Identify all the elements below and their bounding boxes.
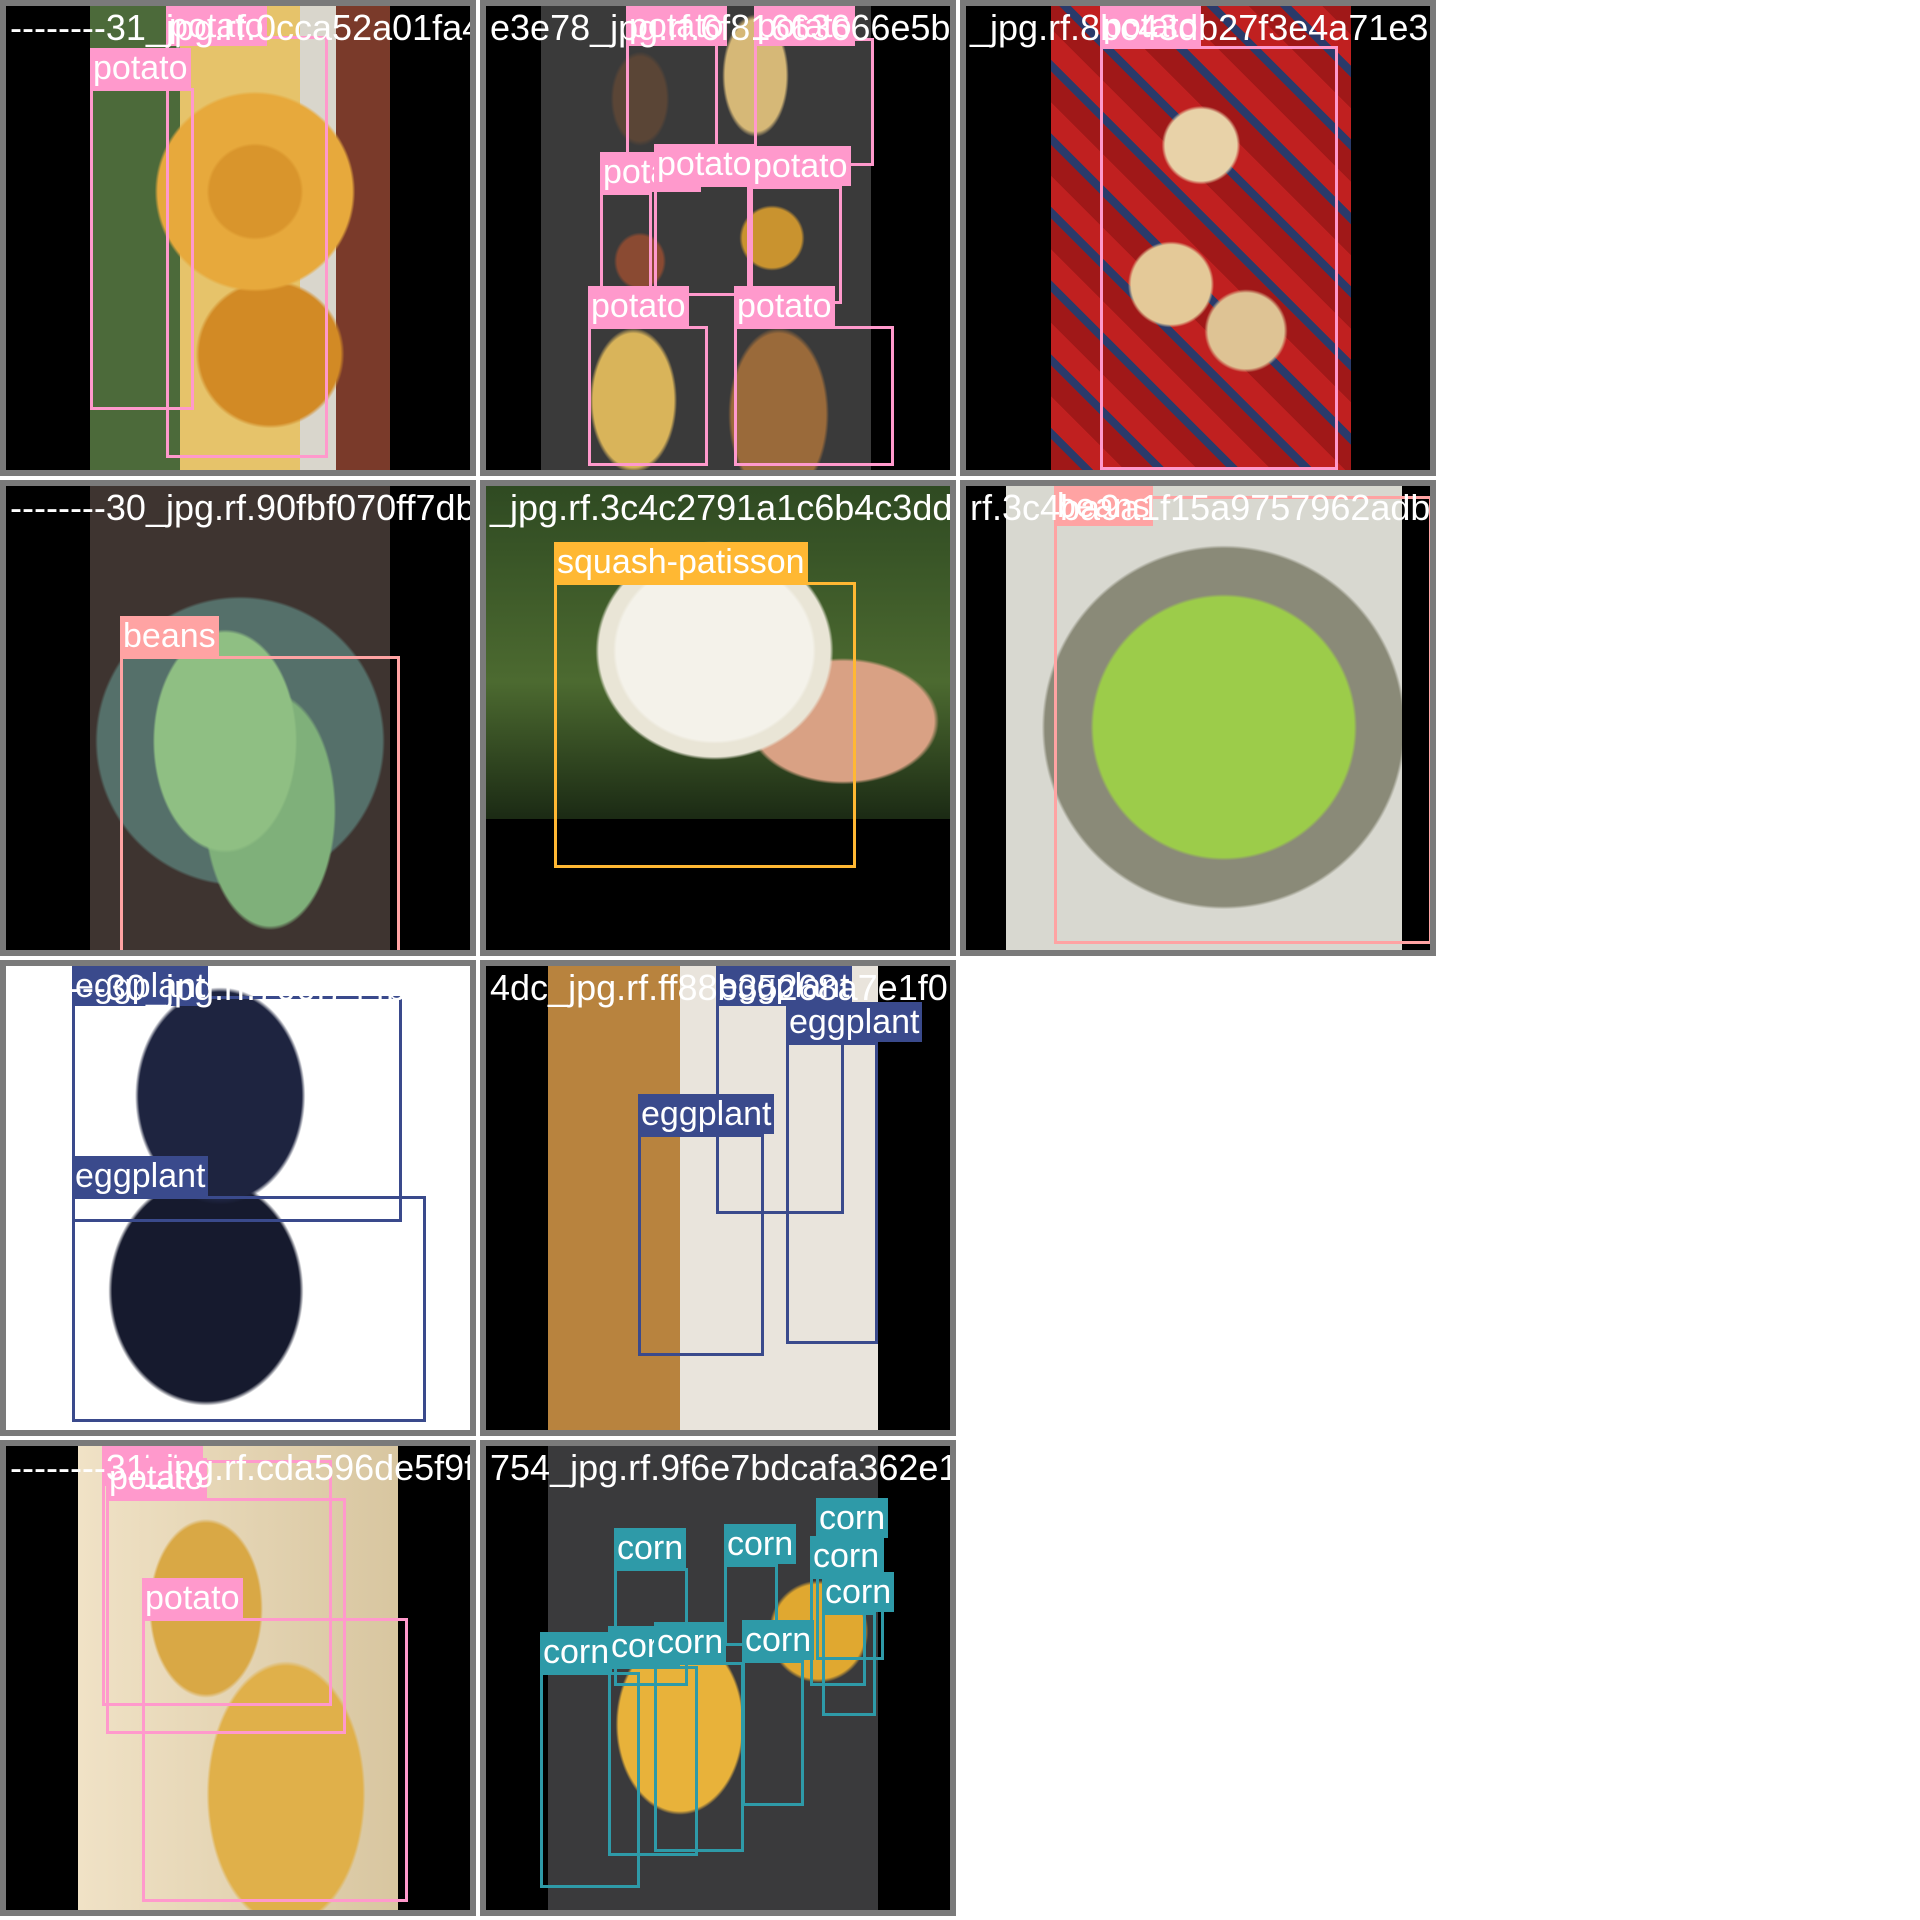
detection-box	[90, 88, 194, 410]
detection-label: corn	[816, 1498, 889, 1538]
tile-filename: _jpg.rf.3c4c2791a1c6b4c3ddeg3	[490, 487, 953, 528]
detection-label: eggplant	[638, 1094, 775, 1134]
mosaic-tile: --------31_jpg.rf.cda596de5f9fefc3f4c8po…	[0, 1440, 476, 1916]
mosaic-tile: 4dc_jpg.rf.ff88b35268a7e1f0 eggplant eggpl…	[480, 960, 956, 1436]
detection-box	[822, 1612, 876, 1716]
detection-box	[1100, 46, 1338, 470]
detection-label: potato	[654, 144, 755, 184]
detection-label: corn	[742, 1620, 815, 1660]
tile-filename: --------31_jpg.rf.cda596de5f9fefc3f4c8	[10, 1447, 475, 1488]
detection-label: corn	[654, 1622, 727, 1662]
mosaic-tile: _jpg.rf.3c4c2791a1c6b4c3ddeg3 squash-pati…	[480, 480, 956, 956]
detection-label: corn	[822, 1572, 895, 1612]
detection-label: eggplant	[72, 1156, 209, 1196]
detection-box	[638, 1134, 764, 1356]
detection-box	[1054, 496, 1430, 944]
detection-box	[626, 40, 718, 158]
detection-box	[600, 192, 652, 296]
detection-label: eggplant	[786, 1002, 923, 1042]
detection-box	[654, 1662, 744, 1852]
tile-filename: 754_jpg.rf.9f6e7bdcafa362e10733a7	[490, 1447, 950, 1488]
detection-box	[786, 1042, 878, 1344]
detection-label: potato	[750, 146, 851, 186]
detection-box	[742, 1660, 804, 1806]
detection-box	[554, 582, 856, 868]
mosaic-tile: --------31_jpg.rf.0cca52a01fa4391988c2fp…	[0, 0, 476, 476]
detection-label: potato	[588, 286, 689, 326]
detection-box	[588, 326, 708, 466]
tile-filename: --------31_jpg.rf.0cca52a01fa4391988c2f	[10, 7, 470, 48]
detection-box	[120, 656, 400, 950]
mosaic-tile: --------30_jpg.rf.90fbf070ff7dbae0c55307…	[0, 480, 476, 956]
detection-box	[72, 1196, 426, 1422]
mosaic-tile: _jpg.rf.8bc43db27f3e4a71e32583potato	[960, 0, 1436, 476]
tile-filename: --------30_jpg.rf.90fbf070ff7dbae0c55307	[10, 487, 476, 528]
detection-box	[654, 184, 750, 296]
mosaic-tile: rf.3c4ba9a1f15a9757962adb beans	[960, 480, 1436, 956]
detection-label: corn	[810, 1536, 883, 1576]
detection-label: corn	[724, 1524, 797, 1564]
detection-box	[734, 326, 894, 466]
tile-filename: e3e78_jpg.rf.6f81663666e5b00d47393	[490, 7, 951, 48]
detection-box	[142, 1618, 408, 1902]
detection-label: potato	[142, 1578, 243, 1618]
detection-label: corn	[540, 1632, 613, 1672]
detection-label: beans	[120, 616, 219, 656]
tile-filename: 4dc_jpg.rf.ff88b35268a7e1f0	[490, 967, 948, 1008]
mosaic-tile: 754_jpg.rf.9f6e7bdcafa362e10733a7corncor…	[480, 1440, 956, 1916]
tile-filename: --------30_jpg.rf.700f744bb947dc6153	[10, 967, 470, 1008]
detection-label: potato	[734, 286, 835, 326]
mosaic-tile: e3e78_jpg.rf.6f81663666e5b00d47393potato…	[480, 0, 956, 476]
mosaic-tile: --------30_jpg.rf.700f744bb947dc6153eggp…	[0, 960, 476, 1436]
detection-label: potato	[90, 48, 191, 88]
detection-label: squash-patisson	[554, 542, 808, 582]
detection-label: corn	[614, 1528, 687, 1568]
tile-filename: rf.3c4ba9a1f15a9757962adb	[970, 487, 1431, 528]
detection-mosaic: --------31_jpg.rf.0cca52a01fa4391988c2fp…	[0, 0, 1920, 1920]
tile-filename: _jpg.rf.8bc43db27f3e4a71e32583	[970, 7, 1430, 48]
